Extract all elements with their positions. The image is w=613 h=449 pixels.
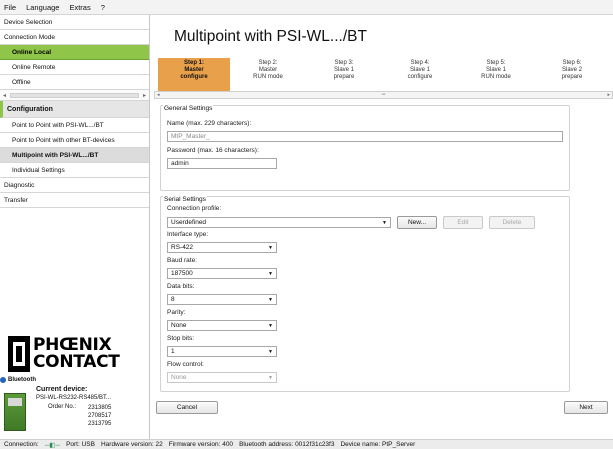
logo-line2: CONTACT bbox=[33, 352, 120, 372]
sidebar-item-configuration[interactable]: Configuration bbox=[0, 101, 149, 118]
flow-control-select[interactable]: None ▼ bbox=[167, 372, 277, 383]
baud-rate-label: Baud rate: bbox=[167, 257, 197, 264]
chevron-down-icon: ▼ bbox=[382, 219, 387, 226]
serial-settings-title: Serial Settings bbox=[163, 196, 207, 203]
sidebar-item-transfer[interactable]: Transfer bbox=[0, 193, 149, 208]
data-bits-label: Data bits: bbox=[167, 283, 195, 290]
connection-profile-label: Connection profile: bbox=[167, 205, 222, 212]
delete-button[interactable]: Delete bbox=[489, 216, 535, 229]
chevron-down-icon: ▼ bbox=[268, 374, 273, 381]
hardware-version: Hardware version: 22 bbox=[100, 441, 163, 448]
stop-bits-label: Stop bits: bbox=[167, 335, 195, 342]
general-settings-title: General Settings bbox=[163, 105, 214, 112]
serial-settings-group: Serial Settings Connection profile: User… bbox=[160, 196, 570, 392]
main-panel: Multipoint with PSI-WL.../BT Step 1: Mast… bbox=[150, 15, 613, 439]
baud-rate-select[interactable]: 187500 ▼ bbox=[167, 268, 277, 279]
menu-bar: File Language Extras ? bbox=[0, 0, 613, 15]
menu-extras[interactable]: Extras bbox=[69, 3, 90, 12]
scroll-left-icon[interactable]: ◂ bbox=[157, 92, 160, 98]
scroll-right-icon[interactable]: ▸ bbox=[607, 92, 610, 98]
phoenix-logo-icon bbox=[8, 336, 30, 372]
sidebar-item-point-to-point-other[interactable]: Point to Point with other BT-devices bbox=[0, 133, 149, 148]
bluetooth-address: Bluetooth address: 0012f31c23f3 bbox=[239, 441, 335, 448]
scroll-grip-icon[interactable]: ═ bbox=[382, 92, 386, 98]
step-tab-2[interactable]: Step 2: Master RUN mode bbox=[230, 58, 306, 91]
scroll-thumb[interactable] bbox=[10, 92, 139, 98]
parity-label: Parity: bbox=[167, 309, 186, 316]
sidebar-item-connection-mode[interactable]: Connection Mode bbox=[0, 30, 149, 45]
cancel-button[interactable]: Cancel bbox=[156, 401, 218, 414]
connection-plug-icon: ─◧─ bbox=[44, 441, 61, 449]
password-label: Password (max. 16 characters): bbox=[167, 147, 259, 154]
flow-control-label: Flow control: bbox=[167, 361, 204, 368]
page-title: Multipoint with PSI-WL.../BT bbox=[174, 28, 367, 45]
sidebar-item-diagnostic[interactable]: Diagnostic bbox=[0, 178, 149, 193]
name-label: Name (max. 229 characters): bbox=[167, 120, 252, 127]
step-tabs: Step 1: Master configure Step 2: Master RUN … bbox=[150, 58, 613, 91]
step-tab-5[interactable]: Step 5: Slave 1 RUN mode bbox=[458, 58, 534, 91]
step-tab-4[interactable]: Step 4: Slave 1 configure bbox=[382, 58, 458, 91]
step-tab-3[interactable]: Step 3: Slave 1 prepare bbox=[306, 58, 382, 91]
edit-button[interactable]: Edit bbox=[443, 216, 483, 229]
chevron-down-icon: ▼ bbox=[268, 270, 273, 277]
sidebar-item-point-to-point[interactable]: Point to Point with PSI-WL.../BT bbox=[0, 118, 149, 133]
next-button[interactable]: Next bbox=[564, 401, 608, 414]
sidebar-item-multipoint[interactable]: Multipoint with PSI-WL.../BT bbox=[0, 148, 149, 163]
sidebar-item-online-local[interactable]: Online Local bbox=[0, 45, 149, 60]
current-device-label: Current device: bbox=[36, 386, 88, 393]
phoenix-contact-logo: PHŒNIX CONTACT bbox=[8, 336, 140, 376]
sidebar-scrollbar[interactable]: ◂ ▸ bbox=[0, 90, 149, 101]
chevron-down-icon: ▼ bbox=[268, 244, 273, 251]
interface-type-label: Interface type: bbox=[167, 231, 209, 238]
status-bar: Connection: ─◧─ Port: USB Hardware versi… bbox=[0, 439, 613, 449]
stop-bits-select[interactable]: 1 ▼ bbox=[167, 346, 277, 357]
new-button[interactable]: New... bbox=[397, 216, 437, 229]
password-input[interactable]: admin bbox=[167, 158, 277, 169]
device-image bbox=[4, 393, 26, 431]
interface-type-select[interactable]: RS-422 ▼ bbox=[167, 242, 277, 253]
chevron-down-icon: ▼ bbox=[268, 348, 273, 355]
chevron-down-icon: ▼ bbox=[268, 322, 273, 329]
port-status: Port: USB bbox=[66, 441, 95, 448]
sidebar-item-individual-settings[interactable]: Individual Settings bbox=[0, 163, 149, 178]
menu-file[interactable]: File bbox=[4, 3, 16, 12]
name-input[interactable]: MtP_Master_ bbox=[167, 131, 563, 142]
scroll-left-icon[interactable]: ◂ bbox=[3, 92, 6, 99]
sidebar-item-device-selection[interactable]: Device Selection bbox=[0, 15, 149, 30]
firmware-version: Firmware version: 400 bbox=[168, 441, 234, 448]
device-name-status: Device name: PtP_Server bbox=[340, 441, 416, 448]
device-name: PSI-WL-RS232-RS485/BT... bbox=[36, 395, 112, 401]
sidebar-item-online-remote[interactable]: Online Remote bbox=[0, 60, 149, 75]
step-tab-6[interactable]: Step 6: Slave 2 prepare bbox=[534, 58, 610, 91]
step-tab-1[interactable]: Step 1: Master configure bbox=[158, 58, 230, 91]
chevron-down-icon: ▼ bbox=[268, 296, 273, 303]
bluetooth-icon bbox=[0, 377, 6, 383]
scroll-right-icon[interactable]: ▸ bbox=[143, 92, 146, 99]
bluetooth-label: Bluetooth bbox=[0, 377, 150, 383]
menu-language[interactable]: Language bbox=[26, 3, 59, 12]
menu-help[interactable]: ? bbox=[101, 3, 105, 12]
sidebar-item-offline[interactable]: Offline bbox=[0, 75, 149, 90]
order-numbers: 2313805 2708517 2313795 bbox=[88, 405, 112, 427]
connection-profile-select[interactable]: Userdefined ▼ bbox=[167, 217, 391, 228]
general-settings-group: General Settings Name (max. 229 characte… bbox=[160, 105, 570, 191]
data-bits-select[interactable]: 8 ▼ bbox=[167, 294, 277, 305]
steps-scrollbar[interactable]: ◂ ═ ▸ bbox=[154, 91, 613, 99]
connection-status: Connection: bbox=[4, 441, 39, 448]
parity-select[interactable]: None ▼ bbox=[167, 320, 277, 331]
order-label: Order No.: bbox=[48, 404, 77, 410]
